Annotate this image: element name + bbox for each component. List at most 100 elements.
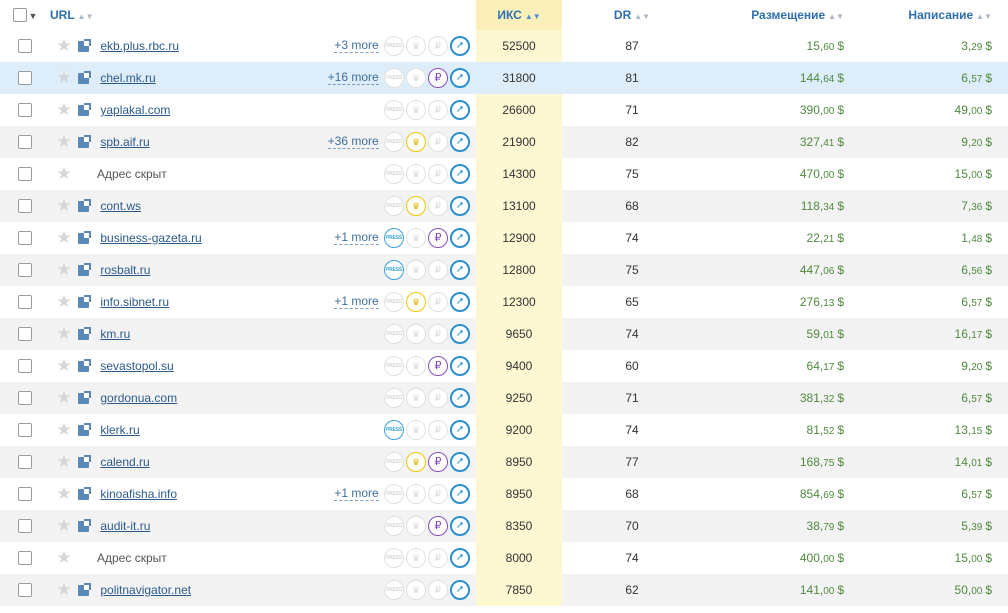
rocket-icon[interactable]: ➚ xyxy=(450,484,471,504)
rocket-icon[interactable]: ➚ xyxy=(450,516,471,536)
star-icon[interactable]: ★ xyxy=(56,100,71,119)
external-link-icon[interactable] xyxy=(78,199,91,213)
more-domains-link[interactable]: +1 more xyxy=(334,294,379,310)
site-url-link[interactable]: calend.ru xyxy=(100,455,149,469)
rocket-icon[interactable]: ➚ xyxy=(450,132,471,152)
row-checkbox[interactable] xyxy=(18,295,32,310)
rocket-icon[interactable]: ➚ xyxy=(450,548,471,568)
star-icon[interactable]: ★ xyxy=(56,132,71,151)
rocket-icon[interactable]: ➚ xyxy=(450,36,471,56)
star-icon[interactable]: ★ xyxy=(56,68,71,87)
star-icon[interactable]: ★ xyxy=(56,196,71,215)
row-checkbox[interactable] xyxy=(18,583,32,598)
external-link-icon[interactable] xyxy=(78,519,91,533)
star-icon[interactable]: ★ xyxy=(56,388,71,407)
external-link-icon[interactable] xyxy=(78,327,91,341)
rocket-icon[interactable]: ➚ xyxy=(450,228,471,248)
external-link-icon[interactable] xyxy=(78,455,91,469)
star-icon[interactable]: ★ xyxy=(56,516,71,535)
rocket-icon[interactable]: ➚ xyxy=(450,356,471,376)
currency-label: $ xyxy=(985,423,993,437)
writing-header[interactable]: Написание ▲▼ xyxy=(852,0,1008,30)
rocket-icon[interactable]: ➚ xyxy=(450,420,471,440)
site-url-link[interactable]: kinoafisha.info xyxy=(100,487,177,501)
row-checkbox[interactable] xyxy=(18,135,32,150)
site-url-link[interactable]: politnavigator.net xyxy=(100,583,191,597)
select-all-checkbox[interactable] xyxy=(12,8,27,23)
site-url-link[interactable]: gordonua.com xyxy=(100,391,177,405)
star-icon[interactable]: ★ xyxy=(56,420,71,439)
star-icon[interactable]: ★ xyxy=(56,580,71,599)
row-checkbox[interactable] xyxy=(18,71,32,86)
placement-header[interactable]: Размещение ▲▼ xyxy=(702,0,852,30)
star-icon[interactable]: ★ xyxy=(56,164,71,183)
site-url-link[interactable]: cont.ws xyxy=(100,199,141,213)
more-domains-link[interactable]: +3 more xyxy=(334,38,379,54)
select-menu-caret-icon[interactable]: ▼ xyxy=(29,11,38,21)
row-checkbox[interactable] xyxy=(18,391,32,406)
star-icon[interactable]: ★ xyxy=(56,324,71,343)
star-icon[interactable]: ★ xyxy=(56,548,71,567)
row-checkbox[interactable] xyxy=(18,423,32,438)
row-checkbox[interactable] xyxy=(18,263,32,278)
row-checkbox[interactable] xyxy=(18,231,32,246)
site-url-link[interactable]: ekb.plus.rbc.ru xyxy=(100,39,179,53)
external-link-icon[interactable] xyxy=(78,263,91,277)
row-checkbox[interactable] xyxy=(18,103,32,118)
star-icon[interactable]: ★ xyxy=(56,260,71,279)
external-link-icon[interactable] xyxy=(78,71,91,85)
external-link-icon[interactable] xyxy=(78,135,91,149)
site-url-link[interactable]: sevastopol.su xyxy=(100,359,173,373)
external-link-icon[interactable] xyxy=(78,423,91,437)
external-link-icon[interactable] xyxy=(78,103,91,117)
site-url-link[interactable]: chel.mk.ru xyxy=(100,71,155,85)
rocket-icon[interactable]: ➚ xyxy=(450,452,471,472)
star-icon[interactable]: ★ xyxy=(56,36,71,55)
url-header[interactable]: URL ▲▼ xyxy=(50,0,298,30)
external-link-icon[interactable] xyxy=(78,487,91,501)
rocket-icon[interactable]: ➚ xyxy=(450,68,471,88)
star-icon[interactable]: ★ xyxy=(56,228,71,247)
site-url-link[interactable]: yaplakal.com xyxy=(100,103,170,117)
rocket-icon[interactable]: ➚ xyxy=(450,164,471,184)
rocket-icon[interactable]: ➚ xyxy=(450,100,471,120)
row-checkbox[interactable] xyxy=(18,519,32,534)
star-icon[interactable]: ★ xyxy=(56,452,71,471)
star-icon[interactable]: ★ xyxy=(56,484,71,503)
site-url-link[interactable]: km.ru xyxy=(100,327,130,341)
row-checkbox[interactable] xyxy=(18,359,32,374)
row-checkbox[interactable] xyxy=(18,167,32,182)
dr-header[interactable]: DR ▲▼ xyxy=(562,0,702,30)
external-link-icon[interactable] xyxy=(78,583,91,597)
site-url-link[interactable]: info.sibnet.ru xyxy=(100,295,169,309)
rocket-icon[interactable]: ➚ xyxy=(450,196,471,216)
more-domains-link[interactable]: +16 more xyxy=(327,70,379,86)
rocket-icon[interactable]: ➚ xyxy=(450,260,471,280)
row-checkbox[interactable] xyxy=(18,199,32,214)
star-icon[interactable]: ★ xyxy=(56,356,71,375)
site-url-link[interactable]: rosbalt.ru xyxy=(100,263,150,277)
row-checkbox[interactable] xyxy=(18,455,32,470)
external-link-icon[interactable] xyxy=(78,295,91,309)
site-url-link[interactable]: klerk.ru xyxy=(100,423,139,437)
row-checkbox[interactable] xyxy=(18,487,32,502)
rocket-icon[interactable]: ➚ xyxy=(450,324,471,344)
row-checkbox[interactable] xyxy=(18,551,32,566)
site-url-link[interactable]: business-gazeta.ru xyxy=(100,231,201,245)
external-link-icon[interactable] xyxy=(78,39,91,53)
star-icon[interactable]: ★ xyxy=(56,292,71,311)
rocket-icon[interactable]: ➚ xyxy=(450,388,471,408)
row-checkbox[interactable] xyxy=(18,327,32,342)
more-domains-link[interactable]: +1 more xyxy=(334,486,379,502)
external-link-icon[interactable] xyxy=(78,359,91,373)
rocket-icon[interactable]: ➚ xyxy=(450,580,471,600)
rocket-icon[interactable]: ➚ xyxy=(450,292,471,312)
row-checkbox[interactable] xyxy=(18,39,32,54)
iks-header[interactable]: ИКС ▲▼ xyxy=(476,0,563,30)
external-link-icon[interactable] xyxy=(78,391,91,405)
more-domains-link[interactable]: +36 more xyxy=(327,134,379,150)
external-link-icon[interactable] xyxy=(78,231,91,245)
more-domains-link[interactable]: +1 more xyxy=(334,230,379,246)
site-url-link[interactable]: audit-it.ru xyxy=(100,519,150,533)
site-url-link[interactable]: spb.aif.ru xyxy=(100,135,149,149)
